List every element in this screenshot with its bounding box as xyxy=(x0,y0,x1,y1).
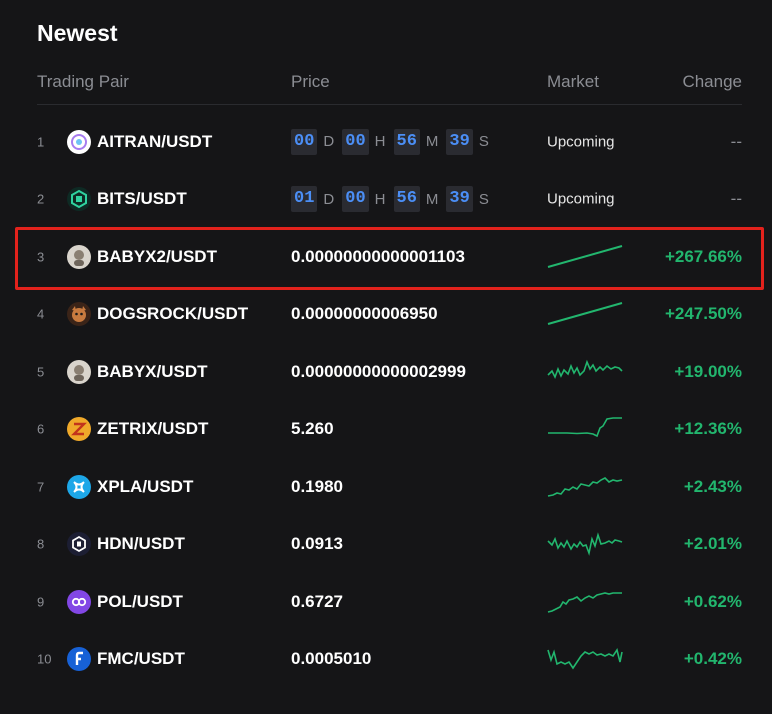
row-index: 3 xyxy=(37,249,45,265)
pair-name[interactable]: POL/USDT xyxy=(97,592,183,612)
price-value: 0.1980 xyxy=(291,476,343,496)
price-value: 0.6727 xyxy=(291,591,343,611)
change-value: +2.01% xyxy=(683,534,742,554)
pair-name[interactable]: FMC/USDT xyxy=(97,649,185,669)
newest-panel: Newest Trading Pair Price Market Change … xyxy=(0,0,772,714)
table-row[interactable]: 5 BABYX/USDT 0.00000000000002999 +19.00% xyxy=(0,343,772,401)
row-index: 9 xyxy=(37,594,45,610)
table-row[interactable]: 3 BABYX2/USDT 0.00000000000001103 +267.6… xyxy=(0,228,772,286)
table-row[interactable]: 4 DOGSROCK/USDT 0.00000000006950 +247.50… xyxy=(0,286,772,344)
countdown-days-unit: D xyxy=(323,190,335,208)
countdown-minutes: 56 xyxy=(393,128,420,155)
table-row[interactable]: 7 XPLA/USDT 0.1980 +2.43% xyxy=(0,458,772,516)
dogsrock-coin-icon xyxy=(67,302,91,327)
babyx2-coin-icon xyxy=(67,244,91,269)
row-index: 5 xyxy=(37,364,45,380)
table-row[interactable]: 8 HDN/USDT 0.0913 +2.01% xyxy=(0,516,772,574)
countdown-minutes: 56 xyxy=(393,186,420,213)
countdown-seconds: 39 xyxy=(446,128,473,155)
row-index: 4 xyxy=(37,306,45,322)
pair-name[interactable]: DOGSROCK/USDT xyxy=(97,304,248,324)
listing-countdown: 00 D 00 H 56 M 39 S xyxy=(291,128,489,155)
listing-countdown: 01 D 00 H 56 M 39 S xyxy=(291,186,489,213)
zetrix-coin-icon xyxy=(67,417,91,442)
countdown-days-unit: D xyxy=(323,133,335,151)
change-value: -- xyxy=(730,131,742,151)
pair-name[interactable]: XPLA/USDT xyxy=(97,477,193,497)
bits-coin-icon xyxy=(67,187,91,212)
countdown-hours: 00 xyxy=(342,186,369,213)
change-value: +0.42% xyxy=(683,649,742,669)
sparkline-chart xyxy=(547,529,623,559)
header-trading-pair[interactable]: Trading Pair xyxy=(37,72,129,92)
table-row[interactable]: 2 BITS/USDT 01 D 00 H 56 M 39 S Upcoming… xyxy=(0,171,772,229)
countdown-hours-unit: H xyxy=(374,190,386,208)
table-row[interactable]: 9 POL/USDT 0.6727 +0.62% xyxy=(0,573,772,631)
hdn-coin-icon xyxy=(67,532,91,557)
pol-coin-icon xyxy=(67,589,91,614)
change-value: +12.36% xyxy=(674,419,742,439)
pair-name[interactable]: BITS/USDT xyxy=(97,189,187,209)
sparkline-chart xyxy=(547,644,623,674)
change-value: +247.50% xyxy=(664,304,742,324)
babyx-coin-icon xyxy=(67,359,91,384)
row-index: 2 xyxy=(37,191,45,207)
header-market[interactable]: Market xyxy=(547,72,599,92)
countdown-days: 00 xyxy=(291,128,318,155)
table-header: Trading Pair Price Market Change xyxy=(37,72,742,92)
countdown-minutes-unit: M xyxy=(425,133,439,151)
row-index: 10 xyxy=(37,651,52,667)
price-value: 0.00000000006950 xyxy=(291,304,438,324)
panel-title: Newest xyxy=(37,20,118,46)
change-value: +267.66% xyxy=(664,246,742,266)
countdown-days: 01 xyxy=(291,186,318,213)
pair-name[interactable]: AITRAN/USDT xyxy=(97,132,212,152)
change-value: +2.43% xyxy=(683,476,742,496)
row-index: 8 xyxy=(37,536,45,552)
countdown-hours: 00 xyxy=(342,128,369,155)
price-value: 0.0913 xyxy=(291,534,343,554)
xpla-coin-icon xyxy=(67,474,91,499)
table-row[interactable]: 6 ZETRIX/USDT 5.260 +12.36% xyxy=(0,401,772,459)
sparkline-chart xyxy=(547,587,623,617)
sparkline-chart xyxy=(547,472,623,502)
change-value: +19.00% xyxy=(674,361,742,381)
countdown-seconds: 39 xyxy=(446,186,473,213)
market-status: Upcoming xyxy=(547,133,615,151)
price-value: 0.00000000000001103 xyxy=(291,246,465,266)
header-change[interactable]: Change xyxy=(682,72,742,92)
pair-name[interactable]: BABYX2/USDT xyxy=(97,247,217,267)
countdown-seconds-unit: S xyxy=(478,190,489,208)
aitran-coin-icon xyxy=(67,129,91,154)
row-index: 6 xyxy=(37,421,45,437)
price-value: 5.260 xyxy=(291,419,334,439)
change-value: +0.62% xyxy=(683,591,742,611)
countdown-minutes-unit: M xyxy=(425,190,439,208)
sparkline-chart xyxy=(547,242,623,272)
header-price[interactable]: Price xyxy=(291,72,330,92)
row-index: 7 xyxy=(37,479,45,495)
table-row[interactable]: 1 AITRAN/USDT 00 D 00 H 56 M 39 S Upcomi… xyxy=(0,113,772,171)
change-value: -- xyxy=(730,189,742,209)
row-index: 1 xyxy=(37,134,45,150)
fmc-coin-icon xyxy=(67,647,91,672)
table-row[interactable]: 10 FMC/USDT 0.0005010 +0.42% xyxy=(0,631,772,689)
pair-name[interactable]: BABYX/USDT xyxy=(97,362,208,382)
header-divider xyxy=(37,104,742,105)
sparkline-chart xyxy=(547,414,623,444)
price-value: 0.00000000000002999 xyxy=(291,361,466,381)
sparkline-chart xyxy=(547,299,623,329)
pair-list: 1 AITRAN/USDT 00 D 00 H 56 M 39 S Upcomi… xyxy=(0,113,772,688)
countdown-seconds-unit: S xyxy=(478,133,489,151)
price-value: 0.0005010 xyxy=(291,649,372,669)
market-status: Upcoming xyxy=(547,190,615,208)
pair-name[interactable]: HDN/USDT xyxy=(97,534,185,554)
pair-name[interactable]: ZETRIX/USDT xyxy=(97,419,208,439)
sparkline-chart xyxy=(547,357,623,387)
countdown-hours-unit: H xyxy=(374,133,386,151)
